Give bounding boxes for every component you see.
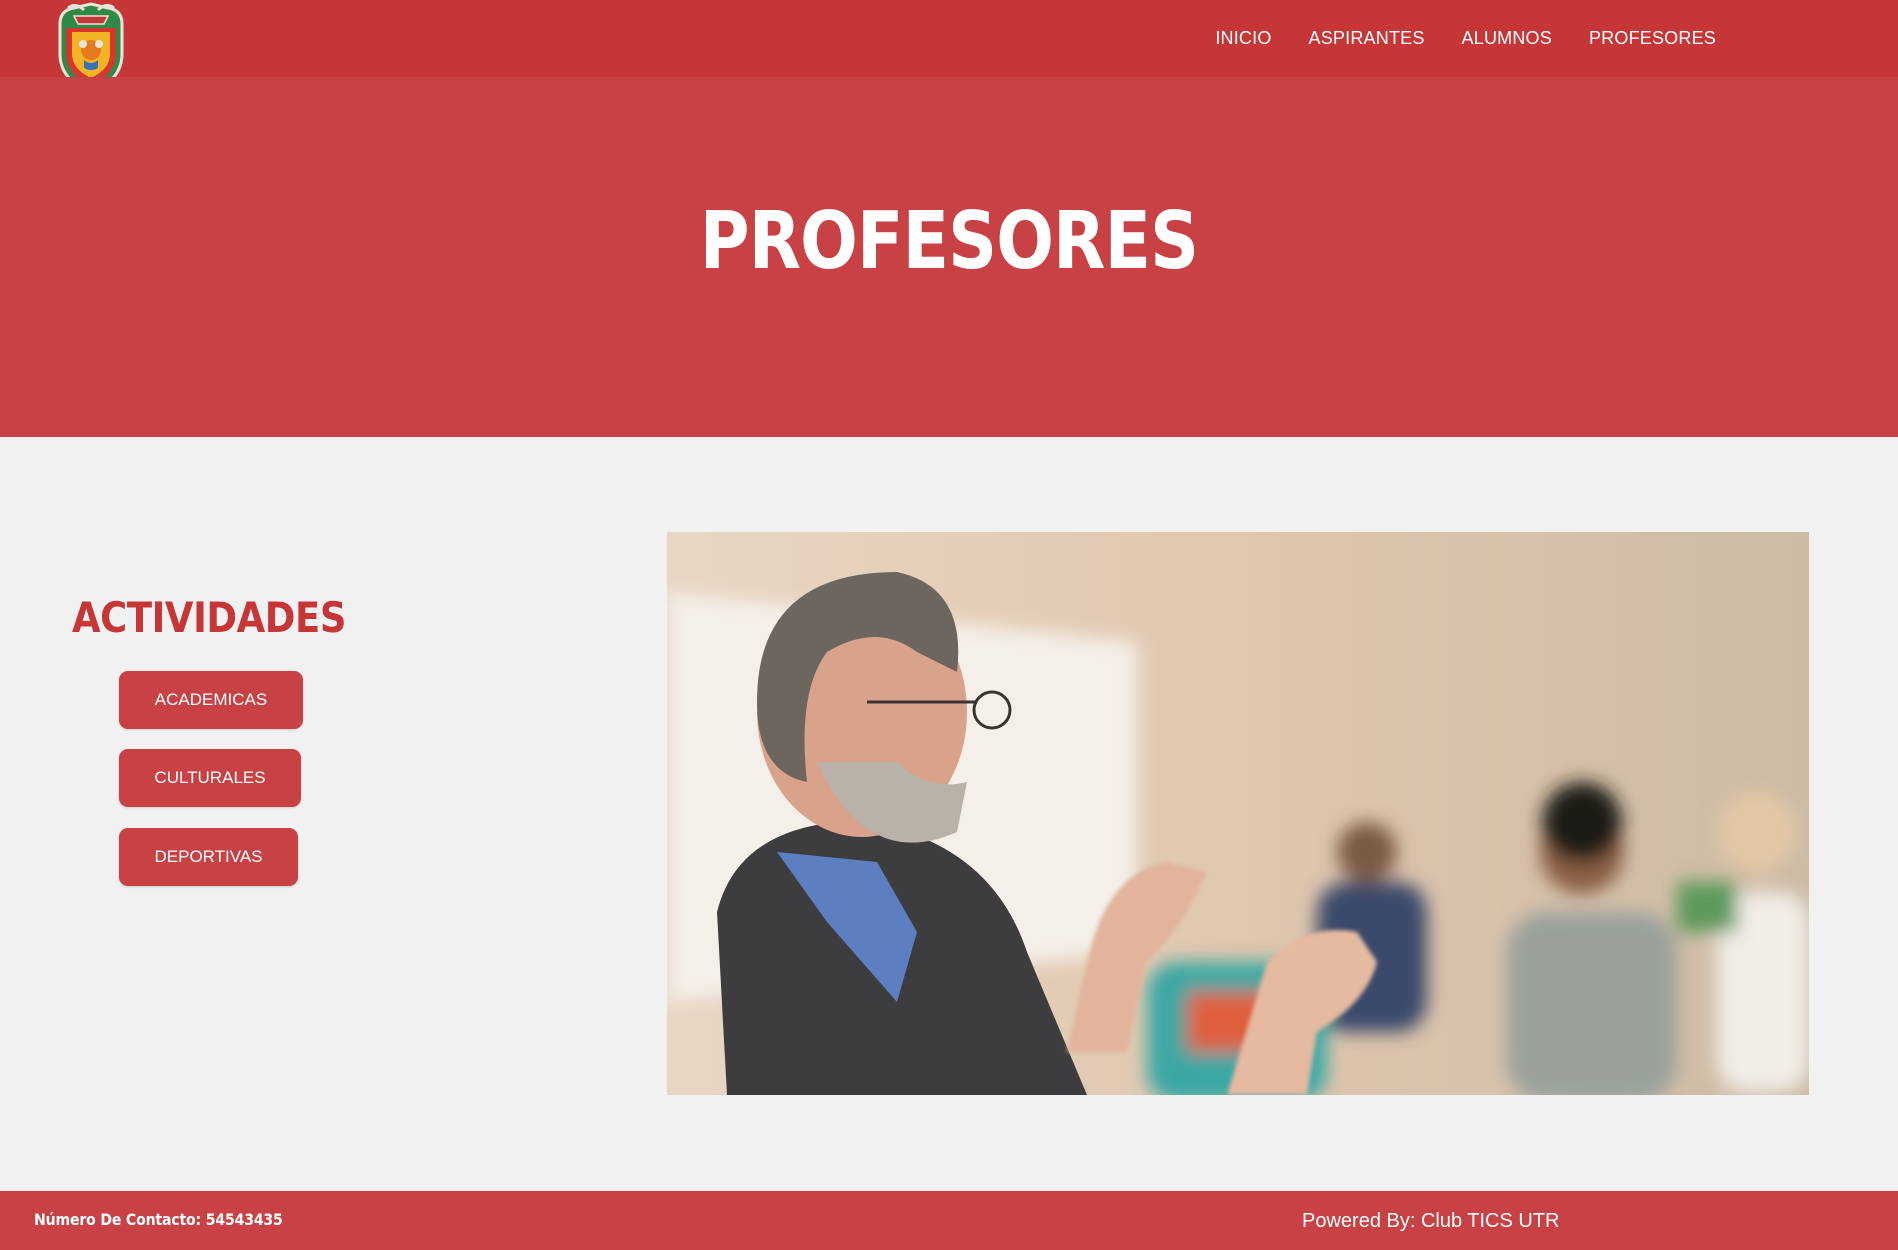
hero-banner: PROFESORES [0, 77, 1898, 437]
professor-photo [667, 532, 1809, 1095]
academicas-button[interactable]: ACADEMICAS [119, 671, 303, 729]
deportivas-button[interactable]: DEPORTIVAS [119, 828, 298, 886]
powered-by: Powered By: Club TICS UTR [1302, 1210, 1560, 1232]
nav-inicio[interactable]: INICIO [1215, 28, 1271, 49]
activities-heading: ACTIVIDADES [72, 593, 347, 642]
contact-number: Número De Contacto: 54543435 [34, 1210, 283, 1229]
culturales-button[interactable]: CULTURALES [119, 749, 301, 807]
page-title: PROFESORES [699, 195, 1199, 287]
nav-profesores[interactable]: PROFESORES [1589, 28, 1716, 49]
main-nav: INICIO ASPIRANTES ALUMNOS PROFESORES [1215, 28, 1716, 49]
nav-alumnos[interactable]: ALUMNOS [1462, 28, 1552, 49]
nav-aspirantes[interactable]: ASPIRANTES [1309, 28, 1425, 49]
footer: Número De Contacto: 54543435 Powered By:… [0, 1191, 1898, 1250]
top-navbar: INICIO ASPIRANTES ALUMNOS PROFESORES [0, 0, 1898, 94]
